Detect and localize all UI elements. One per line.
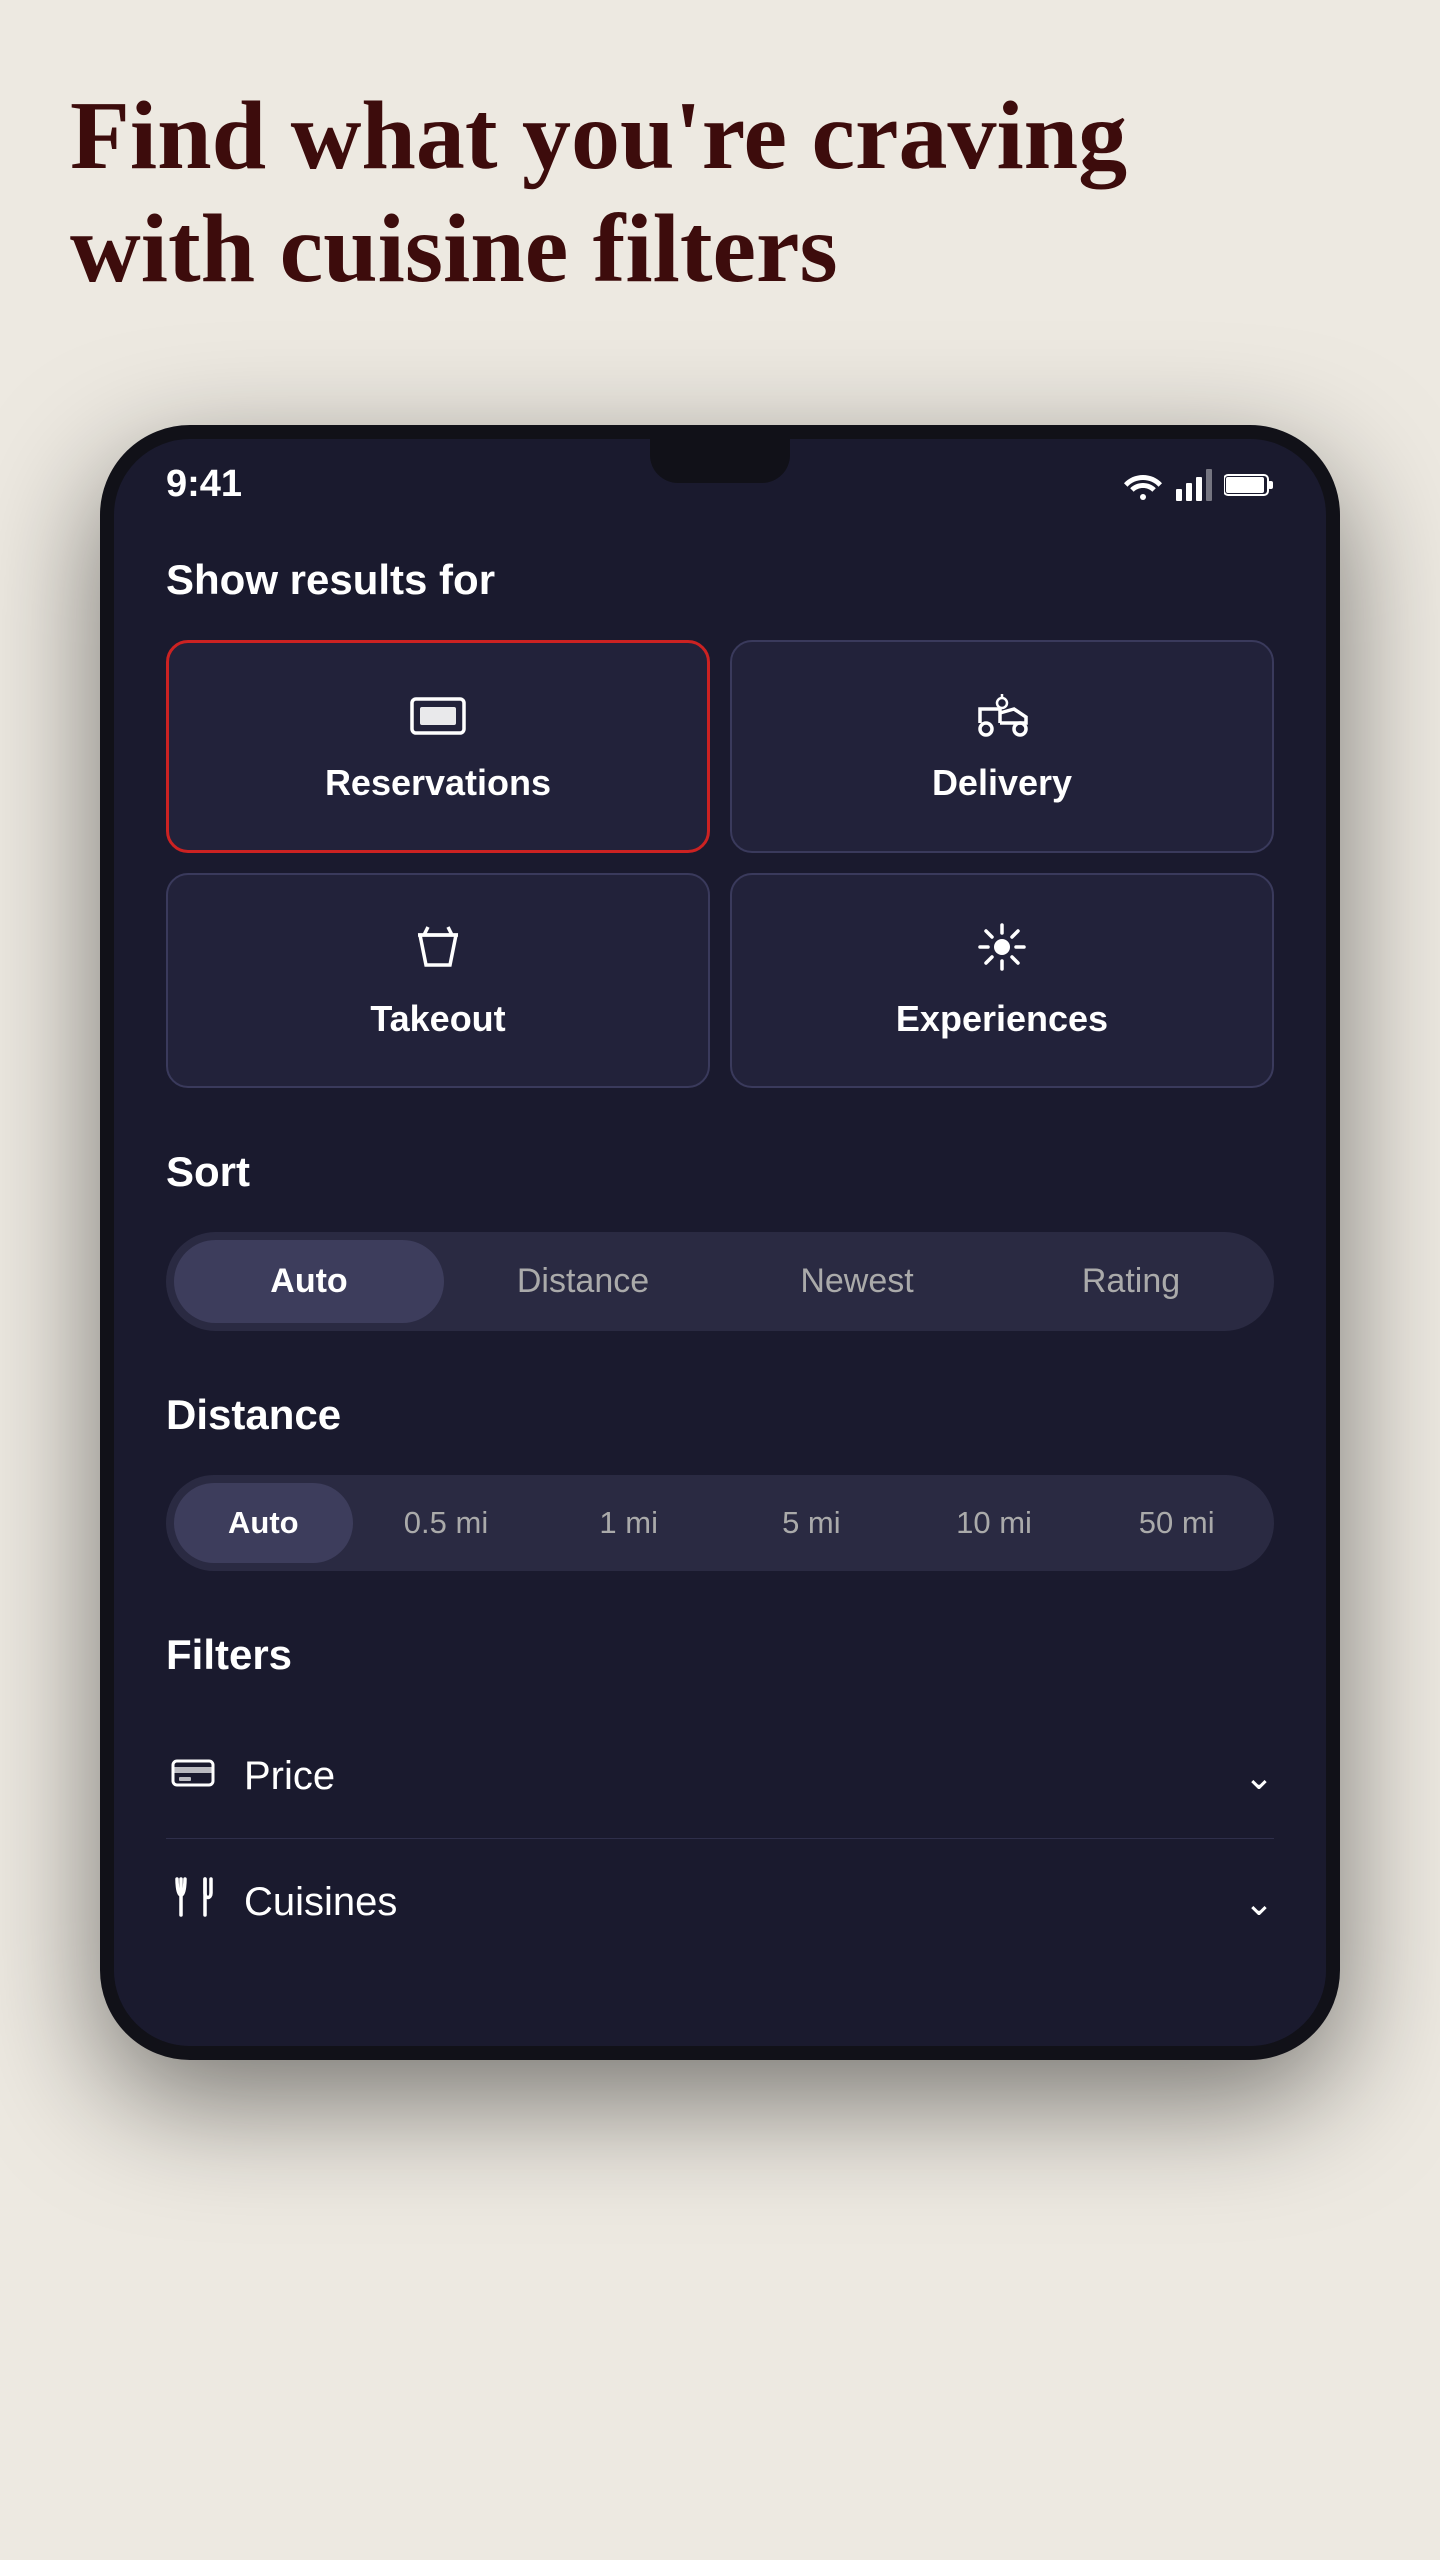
page-title: Find what you're craving with cuisine fi… — [70, 80, 1370, 305]
delivery-icon — [970, 689, 1034, 746]
show-results-label: Show results for — [166, 556, 1274, 604]
side-button — [1326, 819, 1340, 919]
filters-section: Filters Price ⌄ — [166, 1631, 1274, 1966]
phone-frame: 9:41 — [100, 425, 1340, 2060]
distance-0.5mi[interactable]: 0.5 mi — [357, 1483, 536, 1563]
cuisines-icon — [166, 1875, 220, 1930]
signal-icon — [1176, 469, 1212, 501]
page-header: Find what you're craving with cuisine fi… — [0, 0, 1440, 365]
phone-notch — [650, 439, 790, 483]
price-filter-left: Price — [166, 1751, 335, 1802]
cuisines-filter[interactable]: Cuisines ⌄ — [166, 1839, 1274, 1966]
sort-distance[interactable]: Distance — [448, 1240, 718, 1323]
cuisines-filter-left: Cuisines — [166, 1875, 397, 1930]
takeout-label: Takeout — [370, 998, 505, 1040]
page-background: Find what you're craving with cuisine fi… — [0, 0, 1440, 2560]
distance-label: Distance — [166, 1391, 1274, 1439]
distance-pills: Auto 0.5 mi 1 mi 5 mi 10 mi 50 mi — [166, 1475, 1274, 1571]
sort-section: Sort Auto Distance Newest Rating — [166, 1148, 1274, 1331]
battery-icon — [1224, 472, 1274, 498]
distance-auto[interactable]: Auto — [174, 1483, 353, 1563]
status-icons — [1122, 469, 1274, 501]
experiences-button[interactable]: Experiences — [730, 873, 1274, 1088]
show-results-section: Show results for Reservations — [166, 556, 1274, 1088]
phone-wrapper: 9:41 — [0, 425, 1440, 2060]
price-filter[interactable]: Price ⌄ — [166, 1715, 1274, 1839]
sort-newest[interactable]: Newest — [722, 1240, 992, 1323]
reservations-label: Reservations — [325, 762, 551, 804]
reservations-button[interactable]: Reservations — [166, 640, 710, 853]
distance-5mi[interactable]: 5 mi — [722, 1483, 901, 1563]
experiences-icon — [972, 921, 1032, 982]
price-icon — [166, 1751, 220, 1802]
delivery-label: Delivery — [932, 762, 1072, 804]
results-grid: Reservations — [166, 640, 1274, 1088]
price-filter-name: Price — [244, 1754, 335, 1799]
price-chevron-icon: ⌄ — [1244, 1756, 1274, 1798]
distance-1mi[interactable]: 1 mi — [539, 1483, 718, 1563]
distance-section: Distance Auto 0.5 mi 1 mi 5 mi 10 mi 50 … — [166, 1391, 1274, 1571]
wifi-icon — [1122, 469, 1164, 501]
takeout-icon — [410, 921, 466, 982]
experiences-label: Experiences — [896, 998, 1108, 1040]
distance-10mi[interactable]: 10 mi — [905, 1483, 1084, 1563]
reservations-icon — [408, 689, 468, 746]
takeout-button[interactable]: Takeout — [166, 873, 710, 1088]
delivery-button[interactable]: Delivery — [730, 640, 1274, 853]
sort-auto[interactable]: Auto — [174, 1240, 444, 1323]
sort-rating[interactable]: Rating — [996, 1240, 1266, 1323]
distance-50mi[interactable]: 50 mi — [1087, 1483, 1266, 1563]
sort-pills: Auto Distance Newest Rating — [166, 1232, 1274, 1331]
phone-content: Show results for Reservations — [114, 516, 1326, 2046]
filters-label: Filters — [166, 1631, 1274, 1679]
sort-label: Sort — [166, 1148, 1274, 1196]
status-time: 9:41 — [166, 463, 242, 506]
cuisines-filter-name: Cuisines — [244, 1880, 397, 1925]
cuisines-chevron-icon: ⌄ — [1244, 1882, 1274, 1924]
